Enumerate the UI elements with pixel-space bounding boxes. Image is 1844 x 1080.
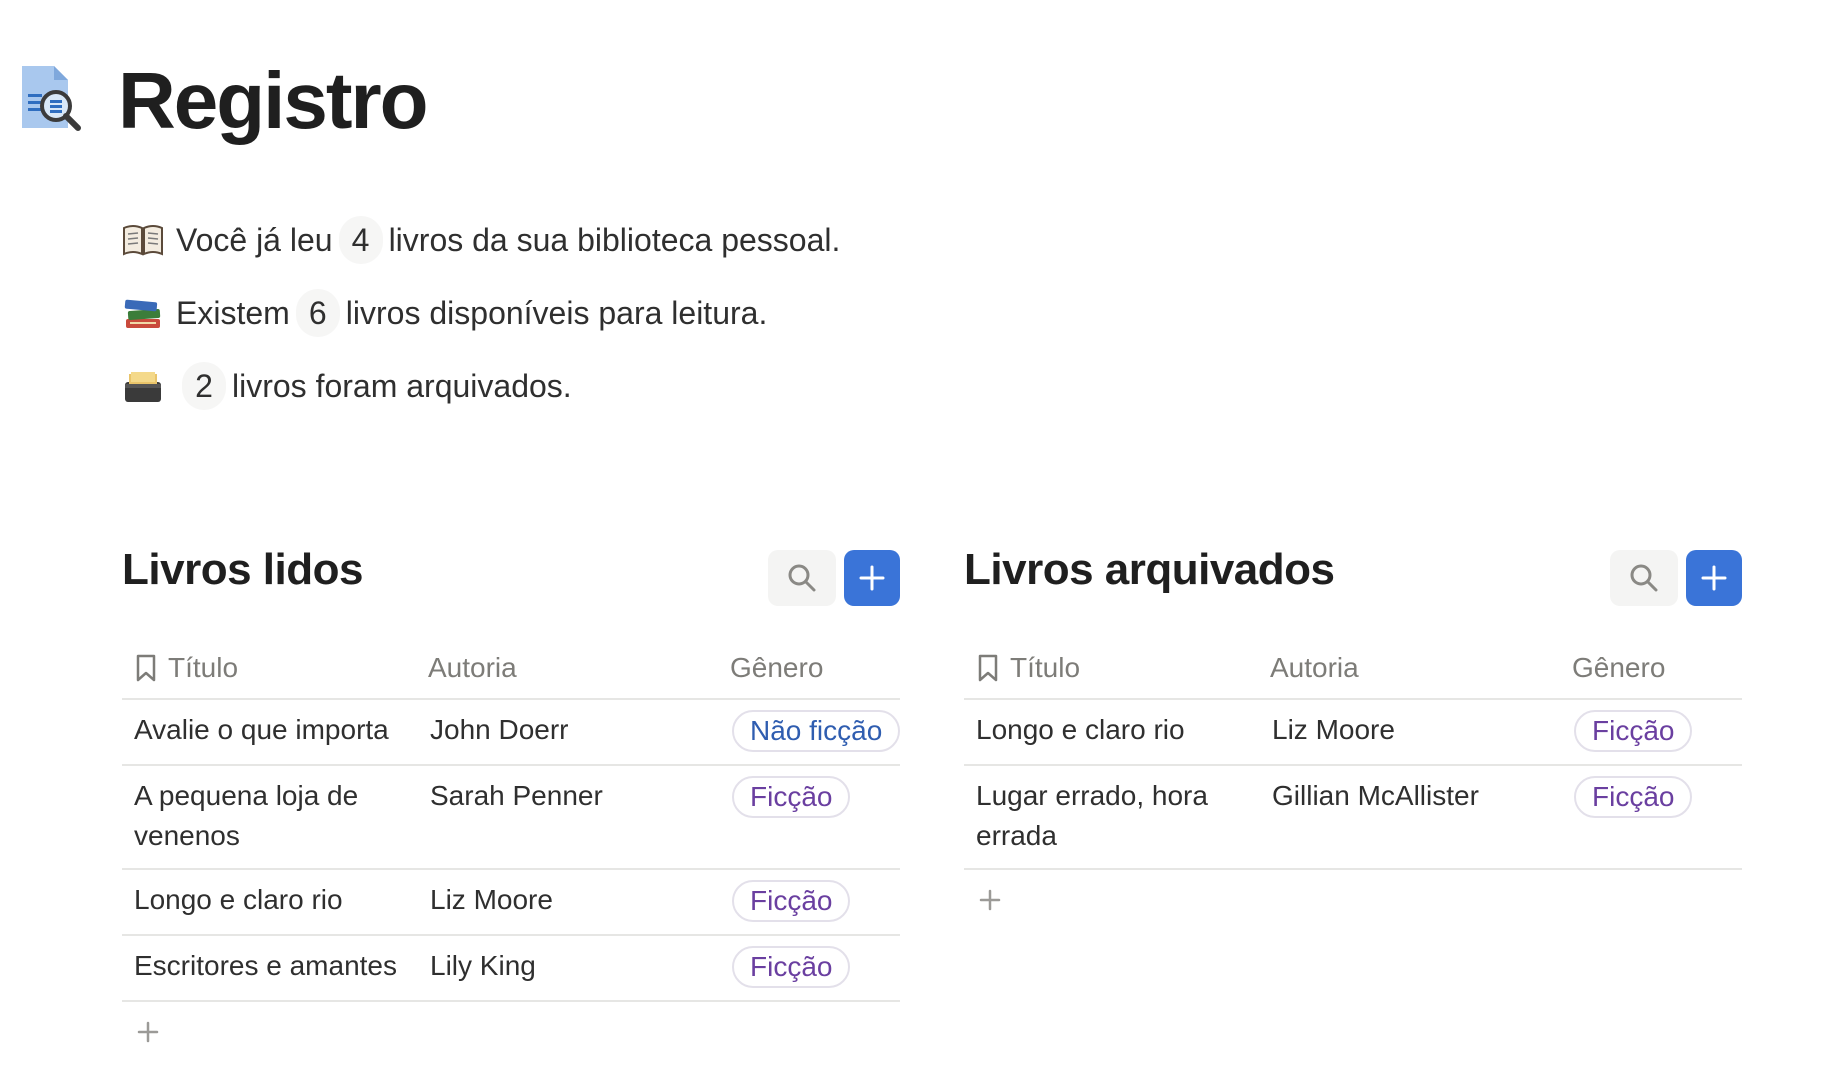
- stat-text-after: livros foram arquivados.: [232, 367, 572, 404]
- add-row-button[interactable]: [122, 1002, 900, 1062]
- stat-archived: 2 livros foram arquivados.: [122, 362, 840, 410]
- column-header-genre[interactable]: Gênero: [726, 652, 900, 684]
- cell-genre: Não ficção: [726, 710, 900, 752]
- genre-tag: Ficção: [732, 880, 851, 922]
- genre-tag: Ficção: [732, 946, 851, 988]
- cell-title: Avalie o que importa: [134, 714, 389, 745]
- column-title-label: Título: [168, 652, 239, 683]
- cell-author: Liz Moore: [430, 884, 553, 915]
- genre-tag: Ficção: [732, 776, 851, 818]
- stat-text-before: Você já leu: [176, 221, 333, 258]
- bookmark-icon: [978, 654, 998, 682]
- table-row[interactable]: Avalie o que importa John Doerr Não ficç…: [122, 700, 900, 766]
- bookmark-icon: [136, 654, 156, 682]
- cell-genre: Ficção: [1568, 710, 1742, 752]
- stat-available: Existem 6 livros disponíveis para leitur…: [122, 289, 840, 337]
- column-genre-label: Gênero: [1572, 652, 1666, 683]
- archived-books-panel: Livros arquivados Título Autoria Gênero: [964, 540, 1742, 911]
- column-header-genre[interactable]: Gênero: [1568, 652, 1742, 684]
- panel-title: Livros arquivados: [964, 545, 1335, 594]
- stat-text-after: livros disponíveis para leitura.: [345, 294, 768, 331]
- plus-icon: [979, 889, 1001, 911]
- cell-title: Escritores e amantes: [134, 950, 397, 981]
- stat-text-before: Existem: [176, 294, 290, 331]
- stat-count-archived: 2: [182, 362, 226, 410]
- cell-genre: Ficção: [1568, 776, 1742, 856]
- card-file-box-icon: [125, 372, 161, 402]
- column-genre-label: Gênero: [730, 652, 824, 683]
- cell-genre: Ficção: [726, 946, 900, 988]
- stat-count-read: 4: [338, 216, 383, 264]
- column-header-author[interactable]: Autoria: [1266, 652, 1568, 684]
- table-row[interactable]: A pequena loja de venenos Sarah Penner F…: [122, 766, 900, 870]
- books-stack-icon: [124, 299, 161, 328]
- cell-author: John Doerr: [430, 714, 569, 745]
- column-title-label: Título: [1010, 652, 1081, 683]
- cell-title: Longo e claro rio: [134, 884, 343, 915]
- cell-genre: Ficção: [726, 776, 900, 856]
- plus-icon: [137, 1021, 159, 1043]
- document-magnifier-icon: [22, 66, 81, 131]
- genre-tag: Não ficção: [732, 710, 900, 752]
- column-header-title[interactable]: Título: [122, 652, 424, 684]
- add-book-button[interactable]: [844, 550, 900, 606]
- search-button[interactable]: [1610, 550, 1678, 606]
- stat-read: Você já leu 4 livros da sua biblioteca p…: [122, 216, 840, 264]
- search-icon: [1630, 564, 1658, 592]
- add-row-button[interactable]: [964, 870, 1742, 930]
- genre-tag: Ficção: [1574, 710, 1693, 752]
- plus-icon: [1701, 565, 1727, 591]
- table-header: Título Autoria Gênero: [964, 638, 1742, 700]
- table-row[interactable]: Longo e claro rio Liz Moore Ficção: [964, 700, 1742, 766]
- archived-books-table: Título Autoria Gênero Longo e claro rio …: [964, 638, 1742, 930]
- genre-tag: Ficção: [1574, 776, 1693, 818]
- column-author-label: Autoria: [428, 652, 517, 683]
- cell-author: Lily King: [430, 950, 536, 981]
- cell-genre: Ficção: [726, 880, 900, 922]
- search-icon: [788, 564, 816, 592]
- page-title: Registro: [118, 56, 428, 145]
- search-button[interactable]: [768, 550, 836, 606]
- stat-count-available: 6: [295, 289, 340, 337]
- cell-title: Longo e claro rio: [976, 714, 1185, 745]
- panel-header: Livros lidos: [122, 540, 900, 606]
- table-row[interactable]: Escritores e amantes Lily King Ficção: [122, 936, 900, 1002]
- cell-author: Liz Moore: [1272, 714, 1395, 745]
- cell-author: Sarah Penner: [430, 780, 603, 811]
- table-row[interactable]: Longo e claro rio Liz Moore Ficção: [122, 870, 900, 936]
- panel-header: Livros arquivados: [964, 540, 1742, 606]
- column-author-label: Autoria: [1270, 652, 1359, 683]
- column-header-title[interactable]: Título: [964, 652, 1266, 684]
- cell-title: Lugar errado, hora errada: [976, 780, 1208, 851]
- plus-icon: [859, 565, 885, 591]
- add-book-button[interactable]: [1686, 550, 1742, 606]
- read-books-table: Título Autoria Gênero Avalie o que impor…: [122, 638, 900, 1062]
- table-header: Título Autoria Gênero: [122, 638, 900, 700]
- column-header-author[interactable]: Autoria: [424, 652, 726, 684]
- cell-author: Gillian McAllister: [1272, 780, 1479, 811]
- cell-title: A pequena loja de venenos: [134, 780, 359, 851]
- stats-callouts: Você já leu 4 livros da sua biblioteca p…: [122, 216, 840, 435]
- open-book-icon: [123, 225, 163, 256]
- stat-text-after: livros da sua biblioteca pessoal.: [388, 221, 841, 258]
- table-row[interactable]: Lugar errado, hora errada Gillian McAlli…: [964, 766, 1742, 870]
- panel-title: Livros lidos: [122, 545, 363, 594]
- read-books-panel: Livros lidos Título Autoria Gênero Avali…: [122, 540, 900, 1043]
